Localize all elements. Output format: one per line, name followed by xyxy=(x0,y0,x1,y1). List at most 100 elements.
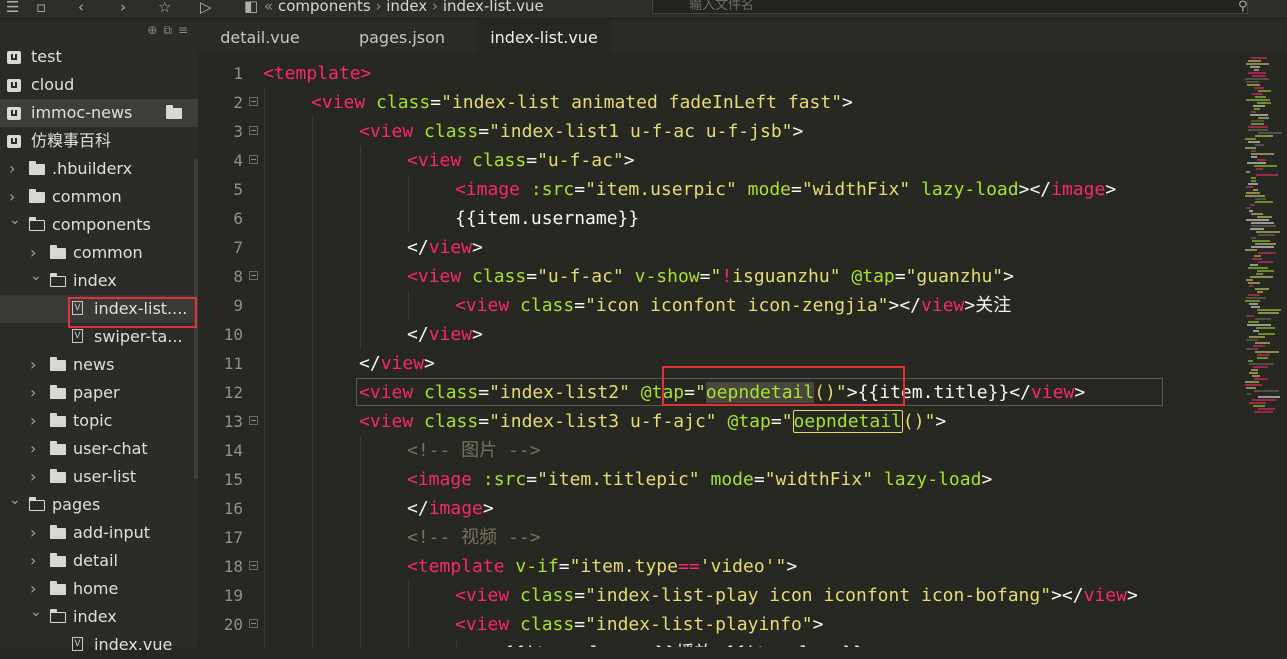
run-icon[interactable]: ▷ xyxy=(200,0,212,16)
code-token: = xyxy=(894,266,906,287)
code-line[interactable]: 20 <view class="index-list-playinfo"> xyxy=(199,610,1245,639)
forward-icon[interactable]: › xyxy=(120,0,126,16)
fold-toggle-icon[interactable] xyxy=(249,155,258,164)
tab-pages-json[interactable]: pages.json xyxy=(341,19,463,53)
minimap-line xyxy=(1245,249,1257,251)
fold-toggle-icon[interactable] xyxy=(249,126,258,135)
code-token: "u-f-ac" xyxy=(537,150,624,171)
minimap-line xyxy=(1247,324,1271,326)
code-line[interactable]: 14 <!-- 图片 --> xyxy=(199,436,1245,465)
minimap-line xyxy=(1252,258,1262,260)
fold-toggle-icon[interactable] xyxy=(249,271,258,280)
sidebar-item[interactable]: › .hbuilderx xyxy=(0,155,198,183)
code-token: view xyxy=(1030,382,1075,403)
code-line[interactable]: 3 <view class="index-list1 u-f-ac u-f-jsb… xyxy=(199,117,1245,146)
sidebar-item[interactable]: › detail xyxy=(0,547,198,575)
file-search-input[interactable]: 输入文件名 xyxy=(652,0,1248,14)
code-line[interactable]: 19 <view class="index-list-play icon icon… xyxy=(199,581,1245,610)
minimap-line xyxy=(1251,123,1264,125)
sidebar-item[interactable]: immoc-news xyxy=(0,99,198,127)
sidebar-item[interactable]: Vindex.vue xyxy=(0,631,198,659)
sidebar-item[interactable]: ⌄ index xyxy=(0,267,198,295)
code-line[interactable]: 15 <image :src="item.titlepic" mode="widt… xyxy=(199,465,1245,494)
sidebar-item[interactable]: ⌄ components xyxy=(0,211,198,239)
project-explorer: ⊕⧉≡ test cloud immoc-news 仿糗事百科 › .hbuilderx ›… xyxy=(0,19,198,654)
tab-detail-vue[interactable]: detail.vue xyxy=(199,19,321,53)
code-line[interactable]: 13 <view class="index-list3 u-f-ajc" @tap… xyxy=(199,407,1245,436)
chevron-right-icon[interactable]: › xyxy=(30,379,36,407)
code-line[interactable]: 5 <image :src="item.userpic" mode="widthF… xyxy=(199,175,1245,204)
sidebar-item[interactable]: ⌄ pages xyxy=(0,491,198,519)
fold-toggle-icon[interactable] xyxy=(249,619,258,628)
breadcrumb-item-index[interactable]: index xyxy=(386,0,427,15)
sidebar-item[interactable]: cloud xyxy=(0,71,198,99)
code-line[interactable]: 18 <template v-if="item.type=='video'"> xyxy=(199,552,1245,581)
sidebar-item[interactable]: 仿糗事百科 xyxy=(0,127,198,155)
menu-icon[interactable]: ☰ xyxy=(6,0,19,16)
chevron-right-icon[interactable]: › xyxy=(30,547,36,575)
chevron-right-icon[interactable]: › xyxy=(30,519,36,547)
chevron-right-icon[interactable]: › xyxy=(30,351,36,379)
explorer-menu-icon[interactable]: ≡ xyxy=(178,23,194,37)
sidebar-item[interactable]: › news xyxy=(0,351,198,379)
fold-toggle-icon[interactable] xyxy=(249,561,258,570)
chevron-right-icon[interactable]: › xyxy=(9,155,15,183)
code-line[interactable]: 1 <template> xyxy=(199,59,1245,88)
minimap-line xyxy=(1246,297,1266,299)
chevron-right-icon[interactable]: › xyxy=(30,407,36,435)
back-icon[interactable]: ‹ xyxy=(78,0,84,16)
save-icon[interactable]: ▫ xyxy=(36,0,46,16)
open-folder-icon[interactable] xyxy=(166,105,182,119)
minimap-line xyxy=(1249,363,1274,365)
breadcrumb-item-file[interactable]: index-list.vue xyxy=(443,0,544,15)
star-icon[interactable]: ☆ xyxy=(158,0,171,16)
indent-guide xyxy=(312,436,313,465)
code-line[interactable]: 4 <view class="u-f-ac"> xyxy=(199,146,1245,175)
chevron-down-icon[interactable]: ⌄ xyxy=(9,206,21,234)
chevron-down-icon[interactable]: ⌄ xyxy=(30,262,42,290)
chevron-down-icon[interactable]: ⌄ xyxy=(9,486,21,514)
indent-guide xyxy=(360,262,361,291)
code-editor[interactable]: 1 <template> 2 <view class="index-list anim… xyxy=(199,53,1245,647)
add-icon[interactable]: ⊕ xyxy=(147,23,163,37)
indent-guide xyxy=(312,175,313,204)
minimap-line xyxy=(1248,72,1266,74)
chevron-right-icon[interactable]: › xyxy=(30,463,36,491)
sidebar-item[interactable]: › user-list xyxy=(0,463,198,491)
fold-toggle-icon[interactable] xyxy=(249,97,258,106)
minimap-line xyxy=(1248,129,1268,131)
tab-label: index-list.vue xyxy=(490,28,598,47)
code-line[interactable]: 6 {{item.username}} xyxy=(199,204,1245,233)
chevron-right-icon[interactable]: › xyxy=(30,435,36,463)
code-line[interactable]: 9 <view class="icon iconfont icon-zengjia… xyxy=(199,291,1245,320)
code-line[interactable]: 17 <!-- 视频 --> xyxy=(199,523,1245,552)
minimap[interactable] xyxy=(1245,53,1287,647)
breadcrumb-lead: « xyxy=(264,0,274,15)
tab-index-list-vue[interactable]: index-list.vue xyxy=(477,19,611,53)
sidebar-item[interactable]: › user-chat xyxy=(0,435,198,463)
code-line[interactable]: 21 {{item.playnum}}播放 {{item.long}} xyxy=(199,639,1245,647)
code-line[interactable]: 2 <view class="index-list animated fadeIn… xyxy=(199,88,1245,117)
sidebar-item[interactable]: › paper xyxy=(0,379,198,407)
minimap-line xyxy=(1254,87,1264,89)
code-token: "index-list animated fadeInLeft fast" xyxy=(441,92,843,113)
sidebar-item[interactable]: › topic xyxy=(0,407,198,435)
code-token: ()" xyxy=(902,411,936,432)
code-line[interactable]: 7 </view> xyxy=(199,233,1245,262)
chevron-down-icon[interactable]: ⌄ xyxy=(30,598,42,626)
code-line[interactable]: 10 </view> xyxy=(199,320,1245,349)
indent-guide xyxy=(360,494,361,523)
sidebar-item[interactable]: test xyxy=(0,43,198,71)
sidebar-item[interactable]: › add-input xyxy=(0,519,198,547)
sidebar-item[interactable]: › common xyxy=(0,183,198,211)
code-line[interactable]: 8 <view class="u-f-ac" v-show="!isguanzhu… xyxy=(199,262,1245,291)
sidebar-item[interactable]: ⌄ index xyxy=(0,603,198,631)
minimap-line xyxy=(1258,408,1275,410)
breadcrumb-item-components[interactable]: components xyxy=(278,0,371,15)
filter-icon[interactable]: ⚲ xyxy=(1238,0,1248,16)
collapse-icon[interactable]: ⧉ xyxy=(163,23,178,37)
code-line[interactable]: 16 </image> xyxy=(199,494,1245,523)
code-token: </ xyxy=(359,353,381,374)
fold-toggle-icon[interactable] xyxy=(249,416,258,425)
